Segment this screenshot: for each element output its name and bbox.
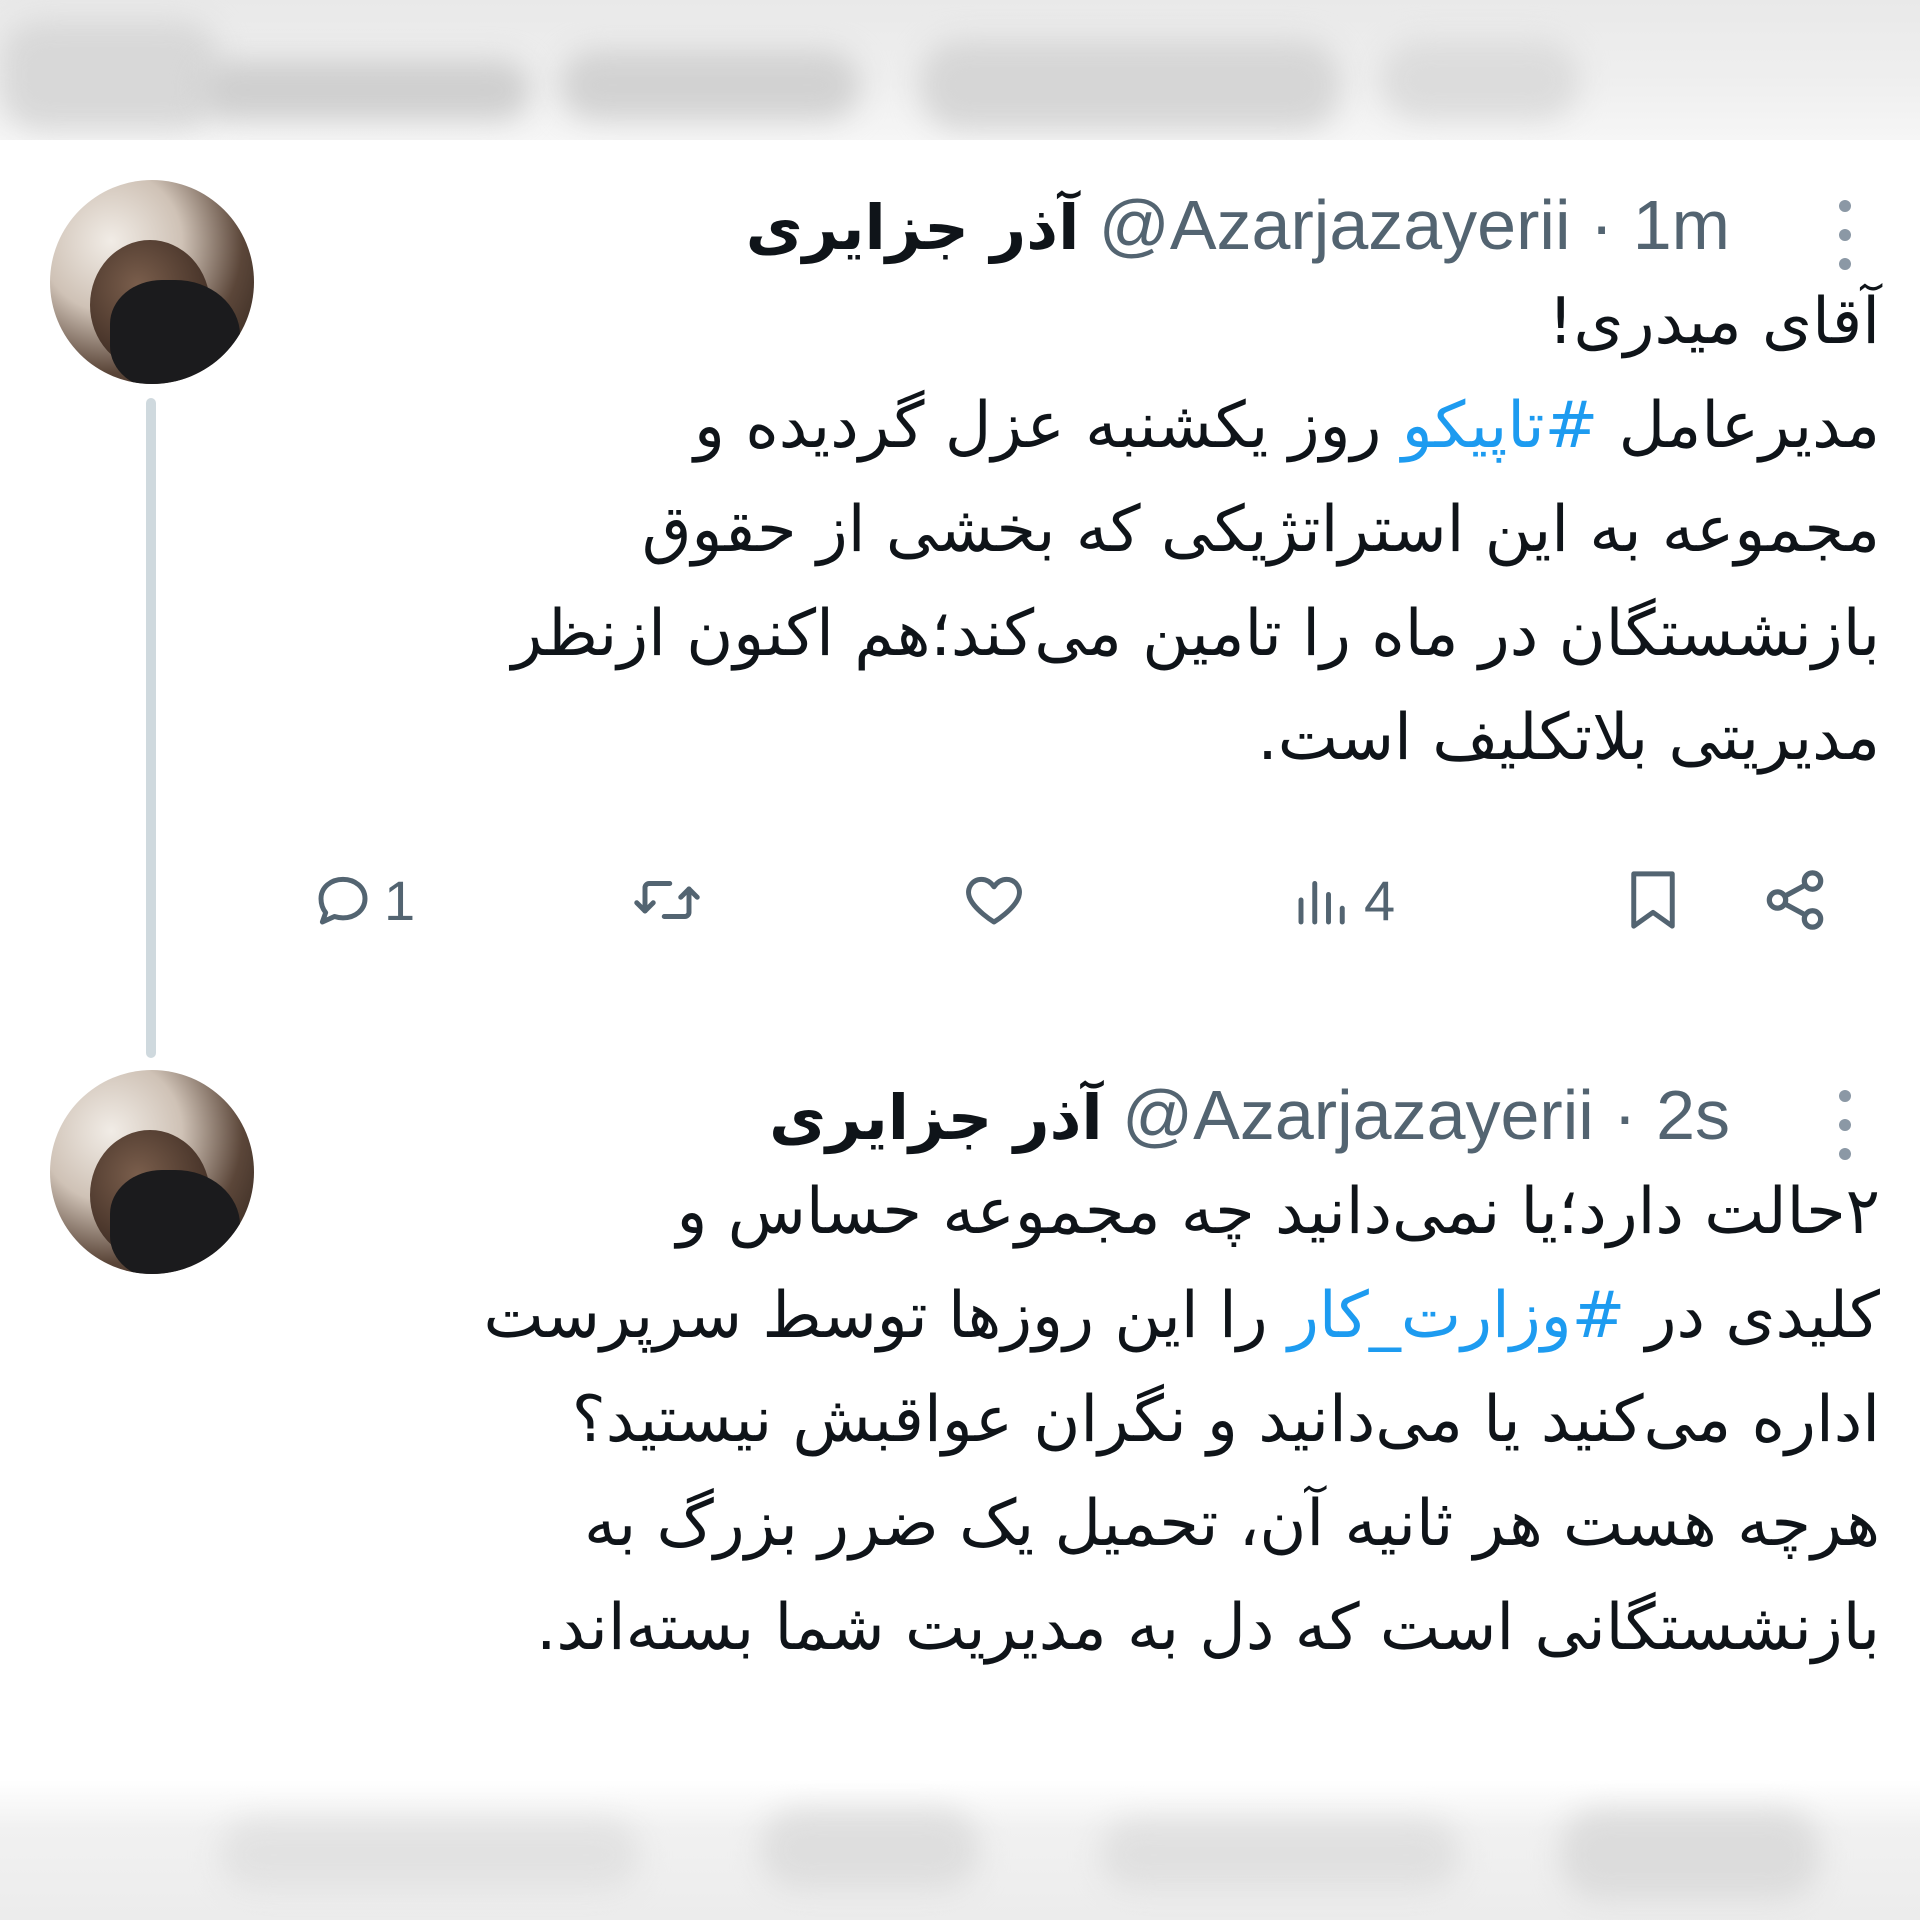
tweet-text: ۲حالت دارد؛یا نمی‌دانید چه مجموعه حساس و… — [300, 1160, 1880, 1680]
tweet-header: آذر جزایری @Azarjazayerii · 2s — [300, 1070, 1880, 1160]
separator-dot: · — [1613, 1076, 1637, 1154]
tweet-header-text: آذر جزایری @Azarjazayerii · 2s — [769, 1070, 1730, 1163]
tweet[interactable]: آذر جزایری @Azarjazayerii · 1m آقای میدر… — [300, 180, 1880, 1000]
more-vertical-icon[interactable] — [1830, 200, 1860, 270]
screenshot: آذر جزایری @Azarjazayerii · 1m آقای میدر… — [0, 0, 1920, 1920]
hashtag-link[interactable]: #تاپیکو — [1402, 389, 1598, 463]
reply-button[interactable]: 1 — [310, 850, 415, 950]
reply-count: 1 — [384, 868, 416, 932]
tweet-text-line: کلیدی در #وزارت_کار را این روزها توسط سر… — [300, 1264, 1880, 1368]
text-fragment: کلیدی در — [1625, 1279, 1880, 1353]
hashtag-link[interactable]: #وزارت_کار — [1288, 1279, 1625, 1353]
share-icon — [1766, 870, 1824, 930]
heart-icon — [966, 876, 1022, 925]
handle[interactable]: @Azarjazayerii — [1099, 186, 1571, 264]
tweet-text-line: مدیریتی بلاتکلیف است. — [1257, 701, 1880, 775]
tweet-text-line: هرچه هست هر ثانیه آن، تحمیل یک ضرر بزرگ … — [584, 1487, 1880, 1561]
text-fragment: را این روزها توسط سرپرست — [483, 1279, 1288, 1353]
avatar[interactable] — [50, 180, 254, 384]
tweet-actions: 1 4 — [300, 850, 1880, 950]
text-fragment: مدیرعامل — [1598, 389, 1880, 463]
tweet-header: آذر جزایری @Azarjazayerii · 1m — [300, 180, 1880, 270]
blurred-bottom-area — [0, 1780, 1920, 1920]
display-name[interactable]: آذر جزایری — [769, 1081, 1103, 1154]
tweet[interactable]: آذر جزایری @Azarjazayerii · 2s ۲حالت دار… — [300, 1070, 1880, 1720]
tweet-thread: آذر جزایری @Azarjazayerii · 1m آقای میدر… — [0, 140, 1920, 1780]
tweet-text-line: مجموعه به این استراتژیکی که بخشی از حقوق — [641, 493, 1880, 567]
tweet-text-line: بازنشستگان در ماه را تامین می‌کند؛هم اکن… — [511, 597, 1880, 671]
tweet-text-line: بازنشستگانی است که دل به مدیریت شما بسته… — [536, 1591, 1880, 1665]
bookmark-button[interactable] — [1620, 850, 1686, 950]
views-button[interactable]: 4 — [1290, 850, 1395, 950]
blurred-top-area — [0, 0, 1920, 140]
timestamp[interactable]: 1m — [1633, 186, 1730, 264]
share-button[interactable] — [1760, 850, 1830, 950]
bookmark-icon — [1631, 871, 1675, 929]
retweet-button[interactable] — [630, 850, 704, 950]
retweet-icon — [634, 881, 700, 919]
handle[interactable]: @Azarjazayerii — [1122, 1076, 1594, 1154]
tweet-text: آقای میدری! مدیرعامل #تاپیکو روز یکشنبه … — [300, 270, 1880, 790]
tweet-text-line: ۲حالت دارد؛یا نمی‌دانید چه مجموعه حساس و — [676, 1175, 1880, 1249]
reply-icon — [318, 876, 368, 925]
separator-dot: · — [1589, 186, 1614, 264]
timestamp[interactable]: 2s — [1656, 1076, 1730, 1154]
tweet-text-line: آقای میدری! — [1547, 285, 1880, 359]
views-count: 4 — [1364, 868, 1396, 932]
tweet-header-text: آذر جزایری @Azarjazayerii · 1m — [746, 180, 1730, 273]
views-icon — [1298, 881, 1345, 925]
avatar-mask — [110, 1170, 240, 1274]
tweet-text-line: مدیرعامل #تاپیکو روز یکشنبه عزل گردیده و — [300, 374, 1880, 478]
display-name[interactable]: آذر جزایری — [746, 191, 1080, 264]
thread-line — [146, 398, 156, 1058]
more-vertical-icon[interactable] — [1830, 1090, 1860, 1160]
text-fragment: روز یکشنبه عزل گردیده و — [694, 389, 1402, 463]
like-button[interactable] — [960, 850, 1028, 950]
avatar[interactable] — [50, 1070, 254, 1274]
tweet-text-line: اداره می‌کنید یا می‌دانید و نگران عواقبش… — [571, 1383, 1880, 1457]
avatar-mask — [110, 280, 240, 384]
